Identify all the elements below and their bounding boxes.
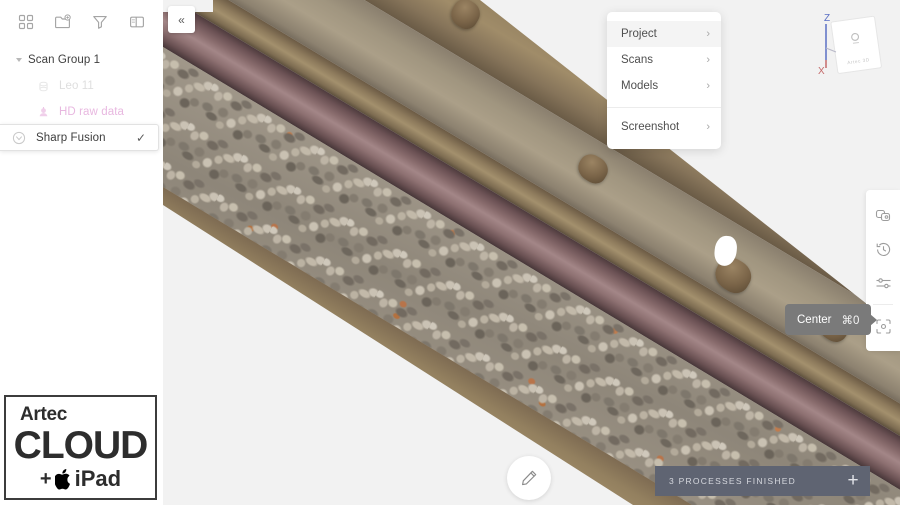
- chevron-right-icon: ›: [706, 54, 710, 66]
- menu-item-label: Screenshot: [621, 121, 679, 133]
- folder-add-icon[interactable]: [50, 9, 76, 35]
- add-process-button[interactable]: +: [838, 466, 868, 496]
- logo-artec-text: Artec: [20, 405, 67, 424]
- sliders-icon[interactable]: [866, 266, 900, 300]
- panel-layout-icon[interactable]: [124, 9, 150, 35]
- tree-item-label: Sharp Fusion: [36, 132, 136, 144]
- duplicate-shapes-icon[interactable]: [866, 198, 900, 232]
- filter-icon[interactable]: [87, 9, 113, 35]
- chevron-down-icon[interactable]: [10, 58, 28, 62]
- tree-item-hd-raw-data[interactable]: HD raw data: [0, 99, 163, 125]
- scan-tree: Scan Group 1 Leo 11: [0, 43, 163, 125]
- axis-orientation-gizmo[interactable]: Artec 3D Z X: [804, 8, 892, 80]
- artec-cloud-app: « Project › Scans › Models › Screenshot …: [0, 0, 900, 505]
- status-text: 3 processes finished: [669, 476, 796, 486]
- tree-item-leo-11[interactable]: Leo 11: [0, 73, 163, 99]
- menu-item-label: Models: [621, 80, 658, 92]
- menu-divider: [607, 107, 721, 108]
- logo-plus-sign: +: [40, 469, 52, 489]
- chevron-right-icon: ›: [706, 121, 710, 133]
- center-tooltip: Center ⌘0: [785, 304, 871, 335]
- logo-cloud-text: CLOUD: [14, 426, 148, 465]
- tree-item-label: HD raw data: [59, 106, 124, 118]
- check-icon: ✓: [136, 132, 146, 144]
- menu-item-scans[interactable]: Scans ›: [607, 47, 721, 73]
- tree-item-sharp-fusion[interactable]: Sharp Fusion ✓: [0, 124, 159, 151]
- scan-node-icon: [36, 79, 51, 94]
- left-sidebar: Scan Group 1 Leo 11: [0, 0, 163, 505]
- tree-item-label: Scan Group 1: [28, 54, 100, 66]
- apple-logo-icon: [55, 468, 73, 490]
- logo-ipad-line: + iPad: [40, 468, 121, 490]
- rail-divider: [873, 304, 893, 305]
- viewport-tool-rail[interactable]: [866, 190, 900, 351]
- menu-item-label: Project: [621, 28, 657, 40]
- history-icon[interactable]: [866, 232, 900, 266]
- tree-group-scan-group-1[interactable]: Scan Group 1: [0, 47, 163, 73]
- chevron-right-icon: ›: [706, 80, 710, 92]
- sidebar-toolbar: [0, 0, 163, 43]
- collapse-sidebar-button[interactable]: «: [168, 6, 195, 33]
- collapse-chevrons-icon: «: [178, 13, 185, 27]
- logo-ipad-text: iPad: [75, 468, 121, 490]
- menu-item-models[interactable]: Models ›: [607, 73, 721, 99]
- edit-fab-button[interactable]: [507, 456, 551, 500]
- gizmo-x-label: X: [818, 66, 825, 77]
- gizmo-z-label: Z: [824, 13, 830, 24]
- 3d-viewport[interactable]: « Project › Scans › Models › Screenshot …: [163, 0, 900, 505]
- menu-item-project[interactable]: Project ›: [607, 21, 721, 47]
- raw-data-node-icon: [36, 105, 51, 120]
- status-bar[interactable]: 3 processes finished +: [655, 466, 870, 496]
- grid-view-icon[interactable]: [13, 9, 39, 35]
- context-dropdown-menu[interactable]: Project › Scans › Models › Screenshot ›: [607, 12, 721, 149]
- menu-item-screenshot[interactable]: Screenshot ›: [607, 114, 721, 140]
- chevron-right-icon: ›: [706, 28, 710, 40]
- tree-item-label: Leo 11: [59, 80, 94, 92]
- artec-cloud-logo: Artec CLOUD + iPad: [4, 395, 157, 500]
- tooltip-label: Center: [797, 314, 832, 326]
- menu-item-label: Scans: [621, 54, 653, 66]
- pencil-icon: [519, 468, 539, 488]
- fusion-node-icon: [11, 130, 27, 146]
- tooltip-shortcut: ⌘0: [842, 313, 860, 327]
